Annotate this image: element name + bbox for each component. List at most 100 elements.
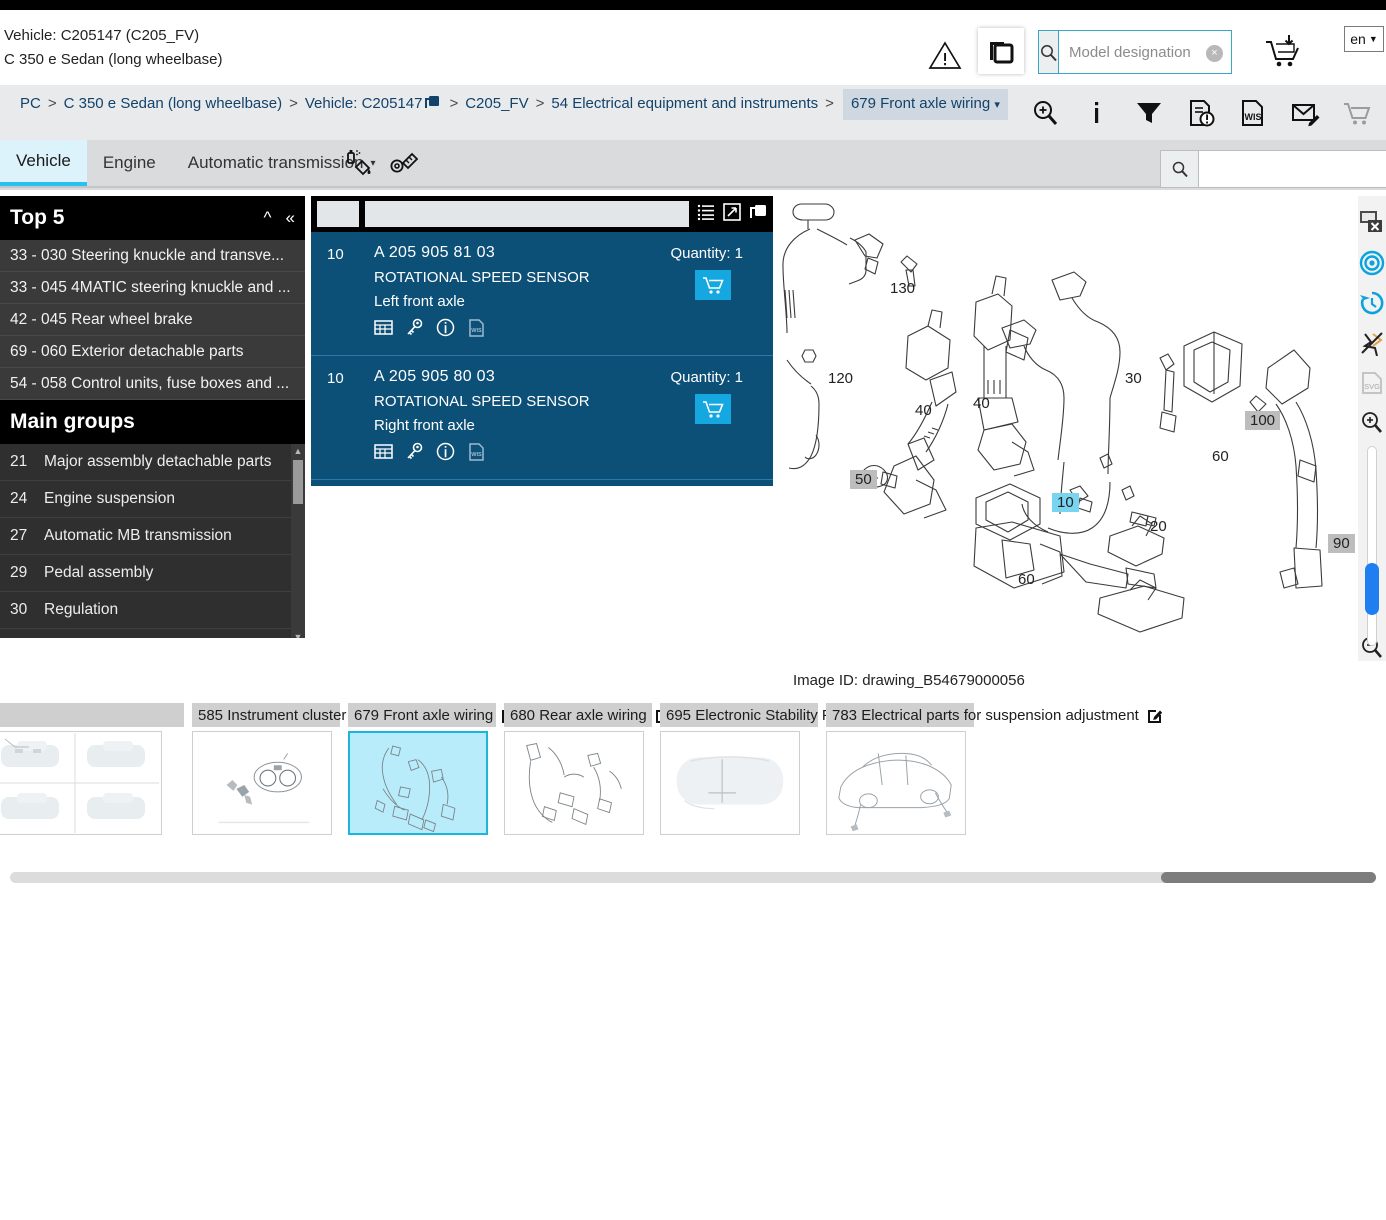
main-group-item[interactable]: 32Springs, suspension and [0, 629, 305, 638]
part-row[interactable]: 10 A 205 905 81 03 ROTATIONAL SPEED SENSOR… [311, 232, 773, 356]
horizontal-scrollbar[interactable] [10, 872, 1376, 883]
svg-file-icon[interactable]: SVG [1359, 370, 1385, 396]
global-search-input[interactable] [1199, 151, 1386, 187]
table-icon[interactable] [374, 318, 393, 342]
thumbnail-item[interactable]: 680 Rear axle wiring [504, 703, 670, 835]
edit-icon[interactable] [1147, 708, 1163, 723]
top5-item[interactable]: 33 - 030 Steering knuckle and transve... [0, 240, 305, 272]
thumbnail-item[interactable]: 585 Instrument cluster [192, 703, 370, 835]
thumbnail-image[interactable] [504, 731, 644, 835]
warning-triangle-icon[interactable] [928, 40, 962, 70]
zoom-slider[interactable] [1364, 446, 1380, 646]
bolt-screw-icon[interactable] [389, 148, 419, 183]
breadcrumb-current-pill[interactable]: 679 Front axle wiring ▾ [842, 89, 1008, 120]
breadcrumb-link[interactable]: Vehicle: C205147 [305, 95, 423, 112]
main-group-item[interactable]: 29 Pedal assembly [0, 555, 305, 592]
language-selector[interactable]: en ▼ [1344, 26, 1384, 52]
double-chevron-left-icon[interactable]: « [286, 208, 295, 228]
add-to-cart-button[interactable] [695, 394, 731, 424]
zoom-slider-thumb[interactable] [1365, 563, 1379, 615]
breadcrumb-link[interactable]: 54 Electrical equipment and instruments [551, 95, 818, 112]
drawing-callout[interactable]: 20 [1150, 518, 1167, 535]
drawing-callout[interactable]: 60 [1212, 448, 1229, 465]
thumbnail-item[interactable]: 783 Electrical parts for suspension adju… [826, 703, 1163, 835]
breadcrumb-link[interactable]: C 350 e Sedan (long wheelbase) [64, 95, 282, 112]
target-icon[interactable] [1359, 250, 1385, 276]
add-to-cart-button[interactable] [695, 270, 731, 300]
zoom-in-icon[interactable] [1359, 410, 1385, 436]
copy-icon[interactable] [749, 203, 767, 226]
thumbnail-strip[interactable]: 585 Instrument cluster 679 Front axle wir… [0, 703, 1386, 838]
breadcrumb-link[interactable]: PC [20, 95, 41, 112]
main-groups-scrollbar[interactable]: ▲ ▼ [291, 444, 305, 638]
document-alert-icon[interactable] [1186, 98, 1216, 128]
drawing-callout[interactable]: 130 [890, 280, 915, 297]
top5-item[interactable]: 42 - 045 Rear wheel brake [0, 304, 305, 336]
info-icon[interactable] [1082, 98, 1112, 128]
scrollbar-thumb[interactable] [1161, 872, 1376, 883]
drawing-callout[interactable]: 30 [1125, 370, 1142, 387]
drawing-callout[interactable]: 40 [973, 395, 990, 412]
cart-icon[interactable] [1342, 98, 1372, 128]
breadcrumb-link[interactable]: C205_FV [465, 95, 528, 112]
close-window-icon[interactable] [1359, 210, 1385, 236]
email-edit-icon[interactable] [1290, 98, 1320, 128]
model-designation-input[interactable] [1059, 31, 1278, 73]
top5-item[interactable]: 54 - 058 Control units, fuse boxes and .… [0, 368, 305, 400]
wis-document-icon[interactable]: WIS [1238, 98, 1268, 128]
thumbnail-item[interactable] [0, 703, 184, 835]
chevron-up-icon[interactable]: ^ [264, 208, 272, 228]
search-icon[interactable] [1039, 31, 1059, 73]
copy-icon[interactable] [424, 94, 440, 120]
info-circle-icon[interactable] [436, 442, 455, 466]
filter-icon[interactable] [1134, 98, 1164, 128]
zoom-in-icon[interactable] [1030, 98, 1060, 128]
tab-label: Automatic transmission [187, 153, 364, 172]
thumbnail-image[interactable] [660, 731, 800, 835]
table-icon[interactable] [374, 442, 393, 466]
main-group-item[interactable]: 24 Engine suspension [0, 481, 305, 518]
thumbnail-image[interactable] [0, 731, 162, 835]
global-search-box[interactable]: × [1160, 150, 1386, 188]
scroll-up-arrow-icon[interactable]: ▲ [291, 444, 305, 458]
copy-pages-button[interactable] [978, 28, 1024, 74]
tab-engine[interactable]: Engine [87, 140, 172, 186]
main-group-item[interactable]: 27 Automatic MB transmission [0, 518, 305, 555]
info-circle-icon[interactable] [436, 318, 455, 342]
drawing-callout[interactable]: 60 [1018, 571, 1035, 588]
model-designation-search[interactable]: × [1038, 30, 1278, 74]
scroll-down-arrow-icon[interactable]: ▼ [291, 630, 305, 638]
expand-icon[interactable] [723, 202, 741, 226]
wis-document-icon[interactable]: WIS [467, 442, 486, 466]
part-row[interactable]: 10 A 205 905 80 03 ROTATIONAL SPEED SENSOR… [311, 356, 773, 480]
reset-history-icon[interactable] [1359, 290, 1385, 316]
search-icon[interactable] [1161, 151, 1199, 187]
drawing-callout[interactable]: 40 [915, 402, 932, 419]
key-icon[interactable] [405, 442, 424, 466]
drawing-callout[interactable]: 90 [1328, 534, 1355, 553]
scrollbar-thumb[interactable] [293, 460, 303, 504]
thumbnail-item[interactable]: 679 Front axle wiring [348, 703, 517, 835]
main-group-item[interactable]: 21 Major assembly detachable parts [0, 444, 305, 481]
top5-item[interactable]: 69 - 060 Exterior detachable parts [0, 336, 305, 368]
list-view-icon[interactable] [697, 203, 715, 226]
drawing-callout[interactable]: 50 [850, 470, 877, 489]
drawing-callout[interactable]: 10 [1052, 493, 1079, 512]
paint-spray-icon[interactable] [343, 148, 373, 183]
thumbnail-image[interactable] [826, 731, 966, 835]
thumbnail-image[interactable] [348, 731, 488, 835]
main-group-item[interactable]: 30 Regulation [0, 592, 305, 629]
thumbnail-image[interactable] [192, 731, 332, 835]
thumbnail-item[interactable]: 695 Electronic Stability Program (ESP®) [660, 703, 958, 835]
top5-item[interactable]: 33 - 045 4MATIC steering knuckle and ... [0, 272, 305, 304]
drawing-callout[interactable]: 120 [828, 370, 853, 387]
part-drawing[interactable]: 130 120 40 40 30 50 100 60 10 20 60 90 [780, 190, 1355, 660]
drawing-callout[interactable]: 100 [1245, 411, 1281, 430]
tab-vehicle[interactable]: Vehicle [0, 140, 87, 186]
key-icon[interactable] [405, 318, 424, 342]
clear-search-icon[interactable]: × [1206, 45, 1223, 62]
wis-document-icon[interactable]: WIS [467, 318, 486, 342]
unpin-icon[interactable] [1359, 330, 1385, 357]
add-to-cart-icon[interactable] [1262, 32, 1304, 72]
zoom-slider-track[interactable] [1367, 446, 1377, 646]
